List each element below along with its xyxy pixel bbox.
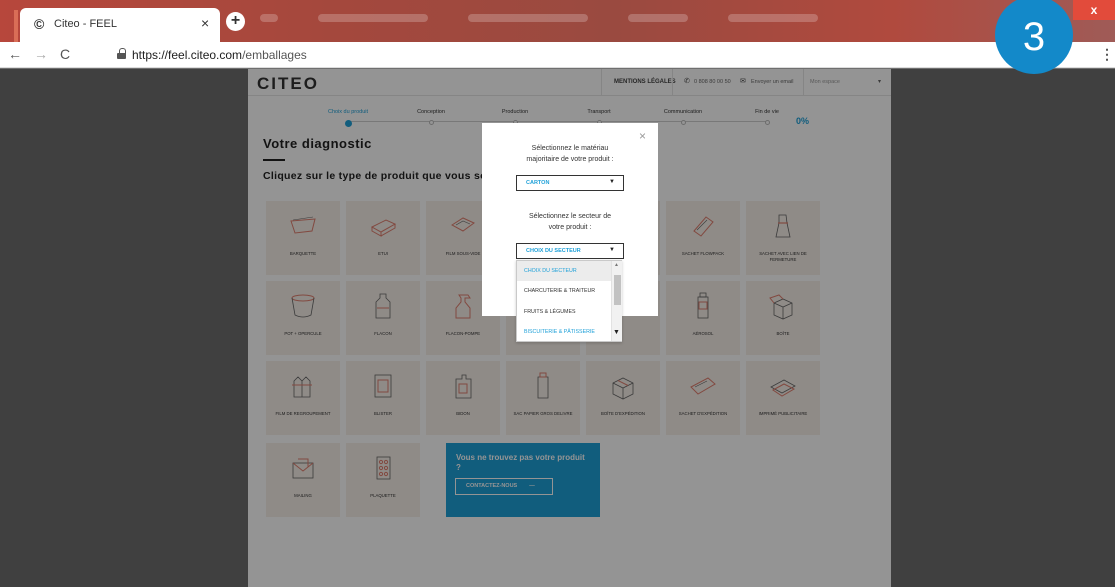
material-label: Sélectionnez le matériau majoritaire de … bbox=[526, 145, 614, 163]
window-close-button[interactable]: x bbox=[1073, 0, 1115, 20]
close-icon[interactable]: × bbox=[639, 130, 646, 142]
dropdown-option[interactable]: CHARCUTERIE & TRAITEUR bbox=[517, 281, 611, 301]
tab-accent bbox=[14, 10, 18, 42]
sector-select[interactable]: CHOIX DU SECTEUR ▼ bbox=[516, 243, 624, 259]
browser-tab[interactable]: © Citeo - FEEL × bbox=[20, 8, 220, 42]
material-select[interactable]: CARTON ▼ bbox=[516, 175, 624, 191]
forward-arrow-icon[interactable]: → bbox=[34, 46, 48, 62]
lock-icon bbox=[117, 48, 126, 59]
scrollbar-thumb[interactable] bbox=[614, 275, 621, 305]
citeo-favicon-icon: © bbox=[34, 16, 45, 32]
browser-toolbar: ← → C https://feel.citeo.com/emballages … bbox=[0, 42, 1115, 68]
dropdown-option[interactable]: BISCUITERIE & PÂTISSERIE bbox=[517, 322, 611, 342]
url-path: /emballages bbox=[242, 48, 307, 62]
sector-label: Sélectionnez le secteur de votre produit… bbox=[528, 213, 612, 231]
chevron-down-icon: ▼ bbox=[609, 247, 615, 253]
tab-close-icon[interactable]: × bbox=[201, 16, 209, 30]
address-bar[interactable]: https://feel.citeo.com/emballages bbox=[132, 48, 307, 62]
sector-dropdown-list: CHOIX DU SECTEUR CHARCUTERIE & TRAITEUR … bbox=[516, 260, 622, 342]
blurred-tabs bbox=[260, 14, 1020, 28]
dropdown-option[interactable]: FRUITS & LÉGUMES bbox=[517, 302, 611, 322]
sector-select-value: CHOIX DU SECTEUR bbox=[526, 248, 581, 254]
dropdown-option[interactable]: CHOIX DU SECTEUR bbox=[517, 261, 611, 281]
browser-menu-icon[interactable]: ⋮ bbox=[1100, 46, 1114, 63]
scroll-up-icon[interactable]: ▲ bbox=[614, 262, 619, 268]
reload-icon[interactable]: C bbox=[60, 46, 70, 62]
material-select-value: CARTON bbox=[526, 180, 550, 186]
url-host: https://feel.citeo.com bbox=[132, 48, 243, 62]
back-arrow-icon[interactable]: ← bbox=[8, 46, 22, 62]
chevron-down-icon: ▼ bbox=[609, 179, 615, 185]
tab-title: Citeo - FEEL bbox=[54, 18, 117, 30]
dropdown-scrollbar[interactable]: ▲ ▼ bbox=[611, 261, 622, 341]
scroll-down-icon[interactable]: ▼ bbox=[613, 329, 620, 336]
browser-tab-bar: © Citeo - FEEL × + x bbox=[0, 0, 1115, 42]
new-tab-button[interactable]: + bbox=[226, 12, 245, 31]
